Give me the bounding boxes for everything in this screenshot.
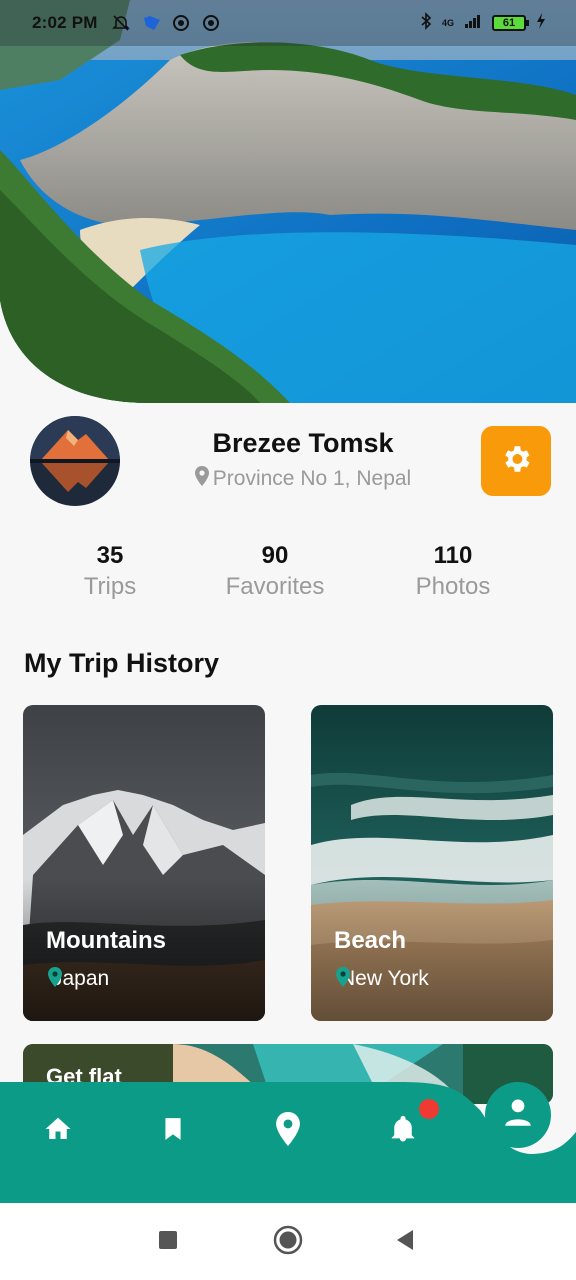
stat-label: Trips	[83, 573, 137, 600]
recents-square-icon	[158, 1230, 178, 1255]
stat-label: Photos	[415, 573, 491, 600]
profile-location-text: Province No 1, Nepal	[212, 467, 412, 490]
mute-icon	[111, 14, 130, 32]
home-circle-icon	[273, 1225, 303, 1260]
card-title: Mountains	[46, 927, 166, 954]
nav-bookmark-button[interactable]	[148, 1106, 198, 1156]
app-notification-icon	[142, 14, 160, 32]
back-button[interactable]	[390, 1227, 420, 1257]
section-title: My Trip History	[24, 648, 220, 678]
profile-location: Province No 1, Nepal	[150, 466, 456, 492]
location-pin-icon	[194, 466, 209, 492]
home-icon	[42, 1114, 74, 1149]
stat-favorites[interactable]: 90 Favorites	[185, 542, 365, 604]
gear-icon	[499, 442, 533, 481]
notification-badge	[419, 1099, 439, 1119]
settings-button[interactable]	[481, 426, 551, 496]
status-bar: 2:02 PM 4G 61	[0, 0, 576, 46]
battery-indicator: 61	[492, 15, 529, 31]
trip-card-beach[interactable]: Beach New York	[311, 705, 553, 1021]
nav-location-button[interactable]	[263, 1106, 313, 1156]
status-time: 2:02 PM	[32, 13, 98, 32]
card-location-text: New York	[340, 967, 429, 990]
bluetooth-icon	[420, 11, 432, 35]
stat-value: 110	[433, 542, 473, 569]
system-home-button[interactable]	[273, 1225, 303, 1260]
avatar[interactable]	[30, 416, 120, 506]
bell-icon	[388, 1113, 418, 1150]
back-triangle-icon	[395, 1229, 415, 1256]
stat-value: 35	[96, 542, 124, 569]
profile-name: Brezee Tomsk	[212, 428, 394, 458]
charging-icon	[536, 12, 546, 34]
nav-home-button[interactable]	[33, 1106, 83, 1156]
location-pin-icon	[276, 1111, 300, 1151]
stat-trips[interactable]: 35 Trips	[20, 542, 200, 604]
recents-button[interactable]	[153, 1227, 183, 1257]
hero-cover-image	[0, 0, 576, 403]
card-location: New York	[336, 967, 429, 991]
stat-photos[interactable]: 110 Photos	[363, 542, 543, 604]
bottom-navigation	[0, 1082, 576, 1203]
stat-label: Favorites	[225, 573, 325, 600]
stat-value: 90	[261, 542, 289, 569]
system-navigation-bar	[0, 1203, 576, 1280]
person-icon	[501, 1096, 535, 1135]
card-location: Japan	[48, 967, 109, 991]
trip-card-mountains[interactable]: Mountains Japan	[23, 705, 265, 1021]
card-title: Beach	[334, 927, 407, 954]
signal-icon	[464, 13, 482, 34]
network-type: 4G	[441, 18, 454, 28]
sync-icon-2	[202, 14, 220, 32]
nav-profile-button[interactable]	[485, 1082, 551, 1148]
sync-icon	[172, 14, 190, 32]
bookmark-icon	[160, 1114, 186, 1149]
